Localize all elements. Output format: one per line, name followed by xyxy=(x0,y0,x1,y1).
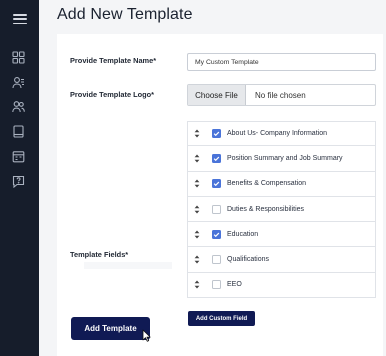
field-checkbox[interactable] xyxy=(212,153,221,163)
field-row[interactable]: Duties & Responsibilities xyxy=(187,196,376,223)
field-label: Duties & Responsibilities xyxy=(227,205,305,213)
field-row[interactable]: Qualifications xyxy=(187,247,376,273)
chat-question-icon[interactable] xyxy=(12,175,25,188)
field-checkbox[interactable] xyxy=(212,129,221,139)
calendar-icon[interactable] xyxy=(12,150,25,163)
field-label: Benefits & Compensation xyxy=(227,180,306,188)
field-row[interactable]: About Us- Company Information xyxy=(187,121,376,147)
field-label: EEO xyxy=(227,281,242,289)
book-icon[interactable] xyxy=(12,125,25,138)
field-row[interactable]: EEO xyxy=(187,272,376,299)
drag-handle-icon[interactable] xyxy=(188,280,206,289)
dashboard-icon[interactable] xyxy=(12,51,25,64)
file-status-text: No file chosen xyxy=(255,90,306,100)
field-row[interactable]: Education xyxy=(187,222,376,248)
field-checkbox[interactable] xyxy=(212,255,221,265)
drag-handle-icon[interactable] xyxy=(188,255,206,264)
mouse-cursor-icon xyxy=(142,329,151,342)
field-checkbox[interactable] xyxy=(212,229,221,239)
drag-handle-icon[interactable] xyxy=(188,205,206,214)
template-logo-file-input[interactable]: Choose File No file chosen xyxy=(187,84,376,106)
field-row[interactable]: Position Summary and Job Summary xyxy=(187,146,376,172)
template-logo-label: Provide Template Logo* xyxy=(70,90,155,99)
page-title: Add New Template xyxy=(57,6,193,23)
field-checkbox[interactable] xyxy=(212,280,221,290)
field-checkbox[interactable] xyxy=(212,204,221,214)
drag-handle-icon[interactable] xyxy=(188,154,206,163)
add-template-button[interactable]: Add Template xyxy=(71,317,150,340)
field-label: Education xyxy=(227,230,259,238)
field-label: Qualifications xyxy=(227,256,270,264)
field-label: Position Summary and Job Summary xyxy=(227,154,343,162)
sidebar xyxy=(0,0,39,356)
user-list-icon[interactable] xyxy=(12,76,25,89)
template-fields-label: Template Fields* xyxy=(70,250,129,259)
add-custom-field-button[interactable]: Add Custom Field xyxy=(188,311,255,326)
drag-handle-icon[interactable] xyxy=(188,129,206,138)
field-row[interactable]: Benefits & Compensation xyxy=(187,171,376,197)
template-name-input[interactable]: My Custom Template xyxy=(187,53,376,71)
drag-handle-icon[interactable] xyxy=(188,179,206,188)
hamburger-icon[interactable] xyxy=(13,14,27,25)
field-label: About Us- Company Information xyxy=(227,130,327,138)
faint-placeholder-bar xyxy=(84,262,172,269)
template-name-label: Provide Template Name* xyxy=(70,56,157,65)
template-fields-list: About Us- Company Information Position S… xyxy=(187,121,376,299)
drag-handle-icon[interactable] xyxy=(188,230,206,239)
field-checkbox[interactable] xyxy=(212,179,221,189)
users-icon[interactable] xyxy=(12,100,25,113)
choose-file-button[interactable]: Choose File xyxy=(188,85,246,105)
